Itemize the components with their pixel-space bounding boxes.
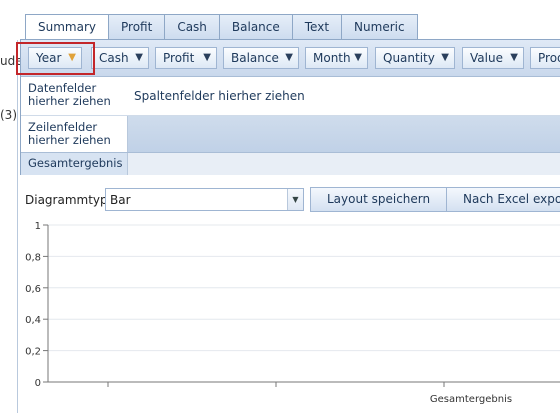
save-layout-button[interactable]: Layout speichern (310, 187, 448, 212)
filter-icon[interactable]: ▼ (285, 48, 293, 68)
tab-summary[interactable]: Summary (25, 14, 109, 40)
field-label: Cash (99, 51, 129, 65)
row-fields-drop-zone[interactable]: Zeilenfelder hierher ziehen (21, 116, 128, 152)
chart-type-select[interactable]: Bar ▼ (105, 188, 304, 211)
bar-chart: 0 0,2 0,4 0,6 0,8 1 Gesamtergebnis (25, 221, 560, 405)
grand-total-label: Gesamtergebnis (21, 153, 128, 175)
filter-icon[interactable]: ▼ (354, 48, 362, 68)
pivot-grid: Year ▼ Cash ▼ Profit ▼ Balance ▼ Month ▼ Quan… (20, 39, 560, 175)
column-header-area (128, 116, 560, 152)
tab-cash[interactable]: Cash (165, 14, 220, 40)
tab-balance[interactable]: Balance (219, 14, 293, 40)
y-tick-label: 0,6 (25, 284, 41, 295)
field-label: Profit (163, 51, 195, 65)
data-area-row: Datenfelder hierher ziehen Spaltenfelder… (21, 77, 560, 116)
grand-total-row: Gesamtergebnis (21, 152, 560, 175)
field-cash[interactable]: Cash ▼ (91, 47, 149, 69)
y-tick-label: 0,2 (25, 347, 41, 358)
filter-icon[interactable]: ▼ (510, 48, 518, 68)
filter-icon[interactable]: ▼ (135, 48, 143, 68)
field-balance[interactable]: Balance ▼ (223, 47, 299, 69)
tab-numeric[interactable]: Numeric (342, 14, 418, 40)
x-tick-label: Gesamtergebnis (430, 394, 512, 405)
clipped-count-fragment: (3) (0, 108, 17, 122)
field-label: Year (36, 51, 62, 65)
chart-type-value: Bar (110, 193, 131, 207)
field-label: Value (470, 51, 503, 65)
field-label: Balance (231, 51, 279, 65)
filter-icon[interactable]: ▼ (68, 48, 76, 68)
column-fields-drop-zone[interactable]: Spaltenfelder hierher ziehen (134, 89, 305, 103)
y-tick-label: 1 (35, 221, 41, 232)
y-tick-label: 0,4 (25, 315, 41, 326)
field-label: Quantity (383, 51, 435, 65)
field-year[interactable]: Year ▼ (28, 47, 82, 69)
tab-strip: Summary Profit Cash Balance Text Numeric (25, 14, 418, 40)
pivot-grid-view: ude (3) Summary Profit Cash Balance Text… (0, 0, 560, 413)
grand-total-values (128, 153, 560, 175)
y-tick-label: 0 (35, 378, 41, 389)
filter-icon[interactable]: ▼ (441, 48, 449, 68)
export-excel-button[interactable]: Nach Excel expor (446, 187, 560, 212)
filter-icon[interactable]: ▼ (203, 48, 211, 68)
field-product[interactable]: Prod (530, 47, 560, 69)
filter-field-bar: Year ▼ Cash ▼ Profit ▼ Balance ▼ Month ▼ Quan… (21, 40, 560, 77)
tab-text[interactable]: Text (292, 14, 343, 40)
field-quantity[interactable]: Quantity ▼ (375, 47, 455, 69)
field-profit[interactable]: Profit ▼ (155, 47, 217, 69)
row-area-row: Zeilenfelder hierher ziehen (21, 116, 560, 152)
chevron-down-icon[interactable]: ▼ (287, 189, 303, 210)
field-label: Month (313, 51, 351, 65)
field-month[interactable]: Month ▼ (305, 47, 368, 69)
field-label: Prod (538, 51, 560, 65)
tab-profit[interactable]: Profit (109, 14, 166, 40)
chart-type-label: Diagrammtyp (25, 193, 108, 207)
field-value[interactable]: Value ▼ (462, 47, 524, 69)
y-tick-label: 0,8 (25, 252, 41, 263)
data-fields-drop-zone[interactable]: Datenfelder hierher ziehen (21, 77, 128, 115)
